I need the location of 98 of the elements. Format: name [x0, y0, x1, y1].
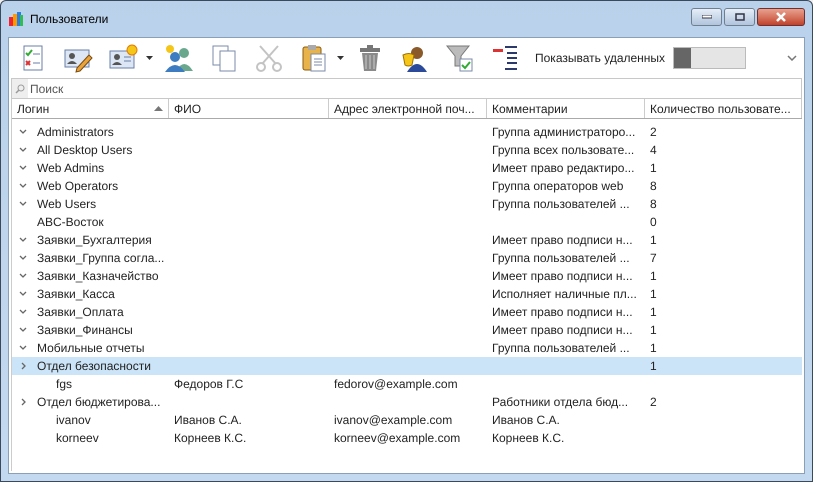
table-cell: Группа пользователей ...: [492, 197, 630, 211]
table-cell: Корнеев К.С.: [174, 431, 246, 445]
login-cell-text: Заявки_Оплата: [37, 304, 124, 321]
login-cell-text: Отдел бюджетирова...: [37, 394, 160, 411]
table-row[interactable]: Заявки_Группа согла... Группа пользователей ... 7: [12, 249, 802, 267]
table-row[interactable]: Отдел бюджетирова... Работники отдела бюд... 2: [12, 393, 802, 411]
table-row[interactable]: ivanov Иванов С.А. ivanov@example.com Иванов С.А.: [12, 411, 802, 429]
table-row[interactable]: Web Users Группа пользователей ... 8: [12, 195, 802, 213]
table-cell: 0: [650, 215, 657, 229]
search-box[interactable]: Поиск: [11, 78, 802, 99]
table-row[interactable]: Отдел безопасности 1: [12, 357, 802, 375]
table-row[interactable]: Заявки_Касса Исполняет наличные пл... 1: [12, 285, 802, 303]
table-cell: Корнеев К.С.: [492, 431, 564, 445]
maximize-button[interactable]: [724, 8, 755, 26]
table-cell: 1: [650, 269, 657, 283]
table-row[interactable]: Заявки_Финансы Имеет право подписи н... 1: [12, 321, 802, 339]
show-deleted-label: Показывать удаленных: [535, 50, 666, 67]
minimize-button[interactable]: [691, 8, 722, 26]
table-cell: Имеет право подписи н...: [492, 305, 633, 319]
close-button[interactable]: [757, 8, 805, 26]
table-cell: 1: [650, 233, 657, 247]
table-cell: Иванов С.А.: [174, 413, 242, 427]
maximize-icon: [734, 13, 744, 21]
table-cell: 1: [650, 341, 657, 355]
table-cell: Имеет право подписи н...: [492, 269, 633, 283]
table-cell: 1: [650, 359, 657, 373]
table-cell: Группа пользователей ...: [492, 341, 630, 355]
column-header[interactable]: Количество пользовате...: [645, 99, 802, 118]
scissors-icon: [254, 43, 284, 73]
new-group-icon: [164, 43, 194, 73]
table-row[interactable]: Заявки_Казначейство Имеет право подписи н... 1: [12, 267, 802, 285]
table-cell: Иванов С.А.: [492, 413, 560, 427]
table-row[interactable]: korneev Корнеев К.С. korneev@example.com Корнеев К.С.: [12, 429, 802, 447]
login-cell-text: Заявки_Бухгалтерия: [37, 232, 152, 249]
column-header[interactable]: ФИО: [169, 99, 329, 118]
login-cell-text: All Desktop Users: [37, 142, 132, 159]
table-cell: 8: [650, 179, 657, 193]
table-cell: ivanov@example.com: [334, 413, 452, 427]
login-cell-text: Заявки_Финансы: [37, 322, 133, 339]
table-row[interactable]: Web Admins Имеет право редактиро... 1: [12, 159, 802, 177]
login-cell-text: Заявки_Казначейство: [37, 268, 159, 285]
search-field[interactable]: Поиск: [30, 80, 801, 98]
table-cell: Группа всех пользовате...: [492, 143, 634, 157]
column-header[interactable]: Адрес электронной поч...: [329, 99, 487, 118]
search-icon: [15, 84, 25, 94]
login-cell-text: Web Admins: [37, 160, 104, 177]
table-cell: korneev@example.com: [334, 431, 460, 445]
table-cell: Федоров Г.С: [174, 377, 244, 391]
column-header[interactable]: Логин: [12, 99, 169, 118]
table-cell: 2: [650, 395, 657, 409]
app-logo-icon: [8, 11, 24, 27]
login-cell-text: Web Operators: [37, 178, 118, 195]
login-cell-text: ABC-Восток: [37, 214, 104, 231]
table-row[interactable]: fgs Федоров Г.С fedorov@example.com: [12, 375, 802, 393]
sort-ascending-icon: [154, 106, 163, 111]
login-cell-text: Administrators: [37, 124, 114, 141]
show-deleted-switch[interactable]: [673, 47, 746, 69]
minimize-icon: [702, 15, 712, 19]
table-cell: fedorov@example.com: [334, 377, 458, 391]
login-cell-text: Заявки_Группа согла...: [37, 250, 164, 267]
table-cell: 4: [650, 143, 657, 157]
table-cell: 1: [650, 161, 657, 175]
filter-icon: [445, 43, 475, 73]
login-cell-text: Отдел безопасности: [37, 358, 151, 375]
login-cell-text: Web Users: [37, 196, 96, 213]
login-cell-text: ivanov: [56, 412, 91, 429]
table-cell: 2: [650, 125, 657, 139]
login-cell-text: fgs: [56, 376, 72, 393]
table-row[interactable]: Administrators Группа администраторо... 2: [12, 123, 802, 141]
table-row[interactable]: Web Operators Группа операторов web 8: [12, 177, 802, 195]
table-row[interactable]: All Desktop Users Группа всех пользовате... 4: [12, 141, 802, 159]
table-cell: Группа операторов web: [492, 179, 624, 193]
login-cell-text: Мобильные отчеты: [37, 340, 144, 357]
table-cell: Имеет право подписи н...: [492, 323, 633, 337]
table-cell: Имеет право подписи н...: [492, 233, 633, 247]
table-cell: 8: [650, 197, 657, 211]
login-cell-text: korneev: [56, 430, 99, 447]
caret-icon: [337, 56, 344, 60]
table-cell: 1: [650, 287, 657, 301]
close-icon: [775, 12, 787, 22]
table-cell: Имеет право редактиро...: [492, 161, 634, 175]
column-header[interactable]: Комментарии: [487, 99, 645, 118]
table-cell: 7: [650, 251, 657, 265]
caret-icon: [146, 56, 153, 60]
table-cell: 1: [650, 323, 657, 337]
login-cell-text: Заявки_Касса: [37, 286, 115, 303]
chevron-down-icon[interactable]: [787, 55, 797, 61]
table-row[interactable]: Мобильные отчеты Группа пользователей ... 1: [12, 339, 802, 357]
table-row[interactable]: Заявки_Бухгалтерия Имеет право подписи н... 1: [12, 231, 802, 249]
table-cell: Группа пользователей ...: [492, 251, 630, 265]
table-cell: Исполняет наличные пл...: [492, 287, 637, 301]
table-cell: Работники отдела бюд...: [492, 395, 628, 409]
window-title: Пользователи: [30, 11, 108, 28]
table-cell: 1: [650, 305, 657, 319]
table-row[interactable]: Заявки_Оплата Имеет право подписи н... 1: [12, 303, 802, 321]
collapse-list-icon: [490, 43, 520, 73]
table-cell: Группа администраторо...: [492, 125, 636, 139]
table-row[interactable]: ABC-Восток 0: [12, 213, 802, 231]
